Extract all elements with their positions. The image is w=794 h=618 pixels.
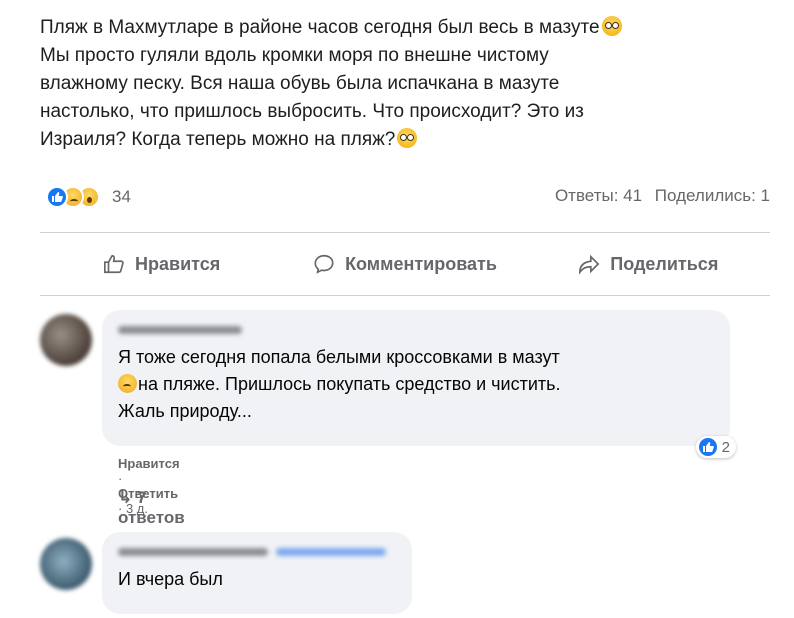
engagement-counts: Ответы: 41 Поделились: 1 — [547, 186, 770, 206]
author-name[interactable] — [118, 548, 268, 556]
share-icon — [579, 254, 600, 275]
comments-count-link[interactable]: Ответы: 41 — [555, 186, 642, 205]
view-replies-link[interactable]: ↳ 7 ответов — [118, 488, 185, 528]
post-stats: 34 Ответы: 41 Поделились: 1 — [40, 186, 770, 212]
post-line-4: настолько, что пришлось выбросить. Что п… — [40, 101, 584, 122]
avatar[interactable] — [40, 314, 92, 366]
comment-bubble: И вчера был — [102, 532, 412, 614]
post-action-bar: Нравится Комментировать Поделиться — [40, 240, 770, 288]
like-icon — [698, 438, 717, 456]
like-button-label: Нравится — [135, 253, 221, 274]
flushed-emoji-icon — [601, 16, 622, 36]
comment-line-3: Жаль природу... — [118, 401, 252, 421]
reaction-count: 34 — [112, 187, 131, 206]
author-name[interactable] — [118, 326, 242, 334]
flushed-emoji-icon — [397, 128, 418, 148]
post-text: Пляж в Махмутларе в районе часов сегодня… — [40, 14, 780, 154]
post-line-3: влажному песку. Вся наша обувь была испа… — [40, 73, 560, 94]
comment-button[interactable]: Комментировать — [283, 240, 526, 288]
author-name-row — [118, 542, 396, 566]
comment-reactions[interactable]: 2 — [695, 436, 736, 458]
sad-emoji-icon — [118, 374, 137, 393]
reply-arrow-icon: ↳ — [118, 488, 137, 507]
comment-button-label: Комментировать — [345, 253, 497, 274]
post-line-1: Пляж в Махмутларе в районе часов сегодня… — [40, 17, 600, 38]
comment-text: Я тоже сегодня попала белыми кроссовками… — [118, 344, 714, 425]
divider — [40, 232, 770, 233]
avatar[interactable] — [40, 538, 92, 590]
reactions-summary[interactable]: 34 — [46, 186, 131, 208]
share-button[interactable]: Поделиться — [527, 240, 770, 288]
post-line-2: Мы просто гуляли вдоль кромки моря по вн… — [40, 45, 549, 66]
comment-line-2: на пляже. Пришлось покупать средство и ч… — [138, 374, 561, 394]
comment-like-link[interactable]: Нравится — [118, 456, 180, 471]
tagged-user[interactable] — [276, 548, 386, 556]
shares-count-link[interactable]: Поделились: 1 — [655, 186, 770, 205]
thumbs-up-icon — [104, 254, 124, 274]
post-line-5: Израиля? Когда теперь можно на пляж? — [40, 129, 396, 150]
comment-line-1: Я тоже сегодня попала белыми кроссовками… — [118, 347, 560, 367]
like-icon — [46, 186, 68, 208]
divider — [40, 295, 770, 296]
comment-reaction-count: 2 — [721, 438, 730, 456]
comment-bubble: Я тоже сегодня попала белыми кроссовками… — [102, 310, 736, 458]
like-button[interactable]: Нравится — [40, 240, 283, 288]
comment-text: И вчера был — [118, 569, 223, 589]
comment-icon — [314, 254, 334, 274]
share-button-label: Поделиться — [610, 253, 719, 274]
